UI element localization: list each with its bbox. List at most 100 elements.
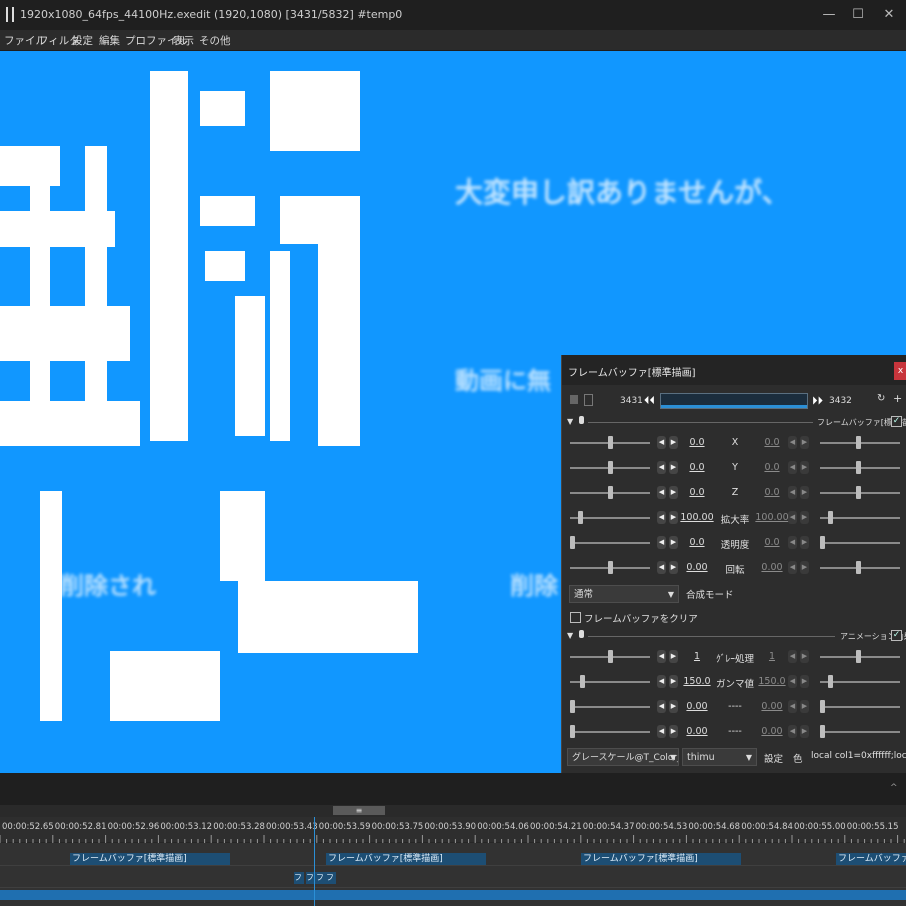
increment-button[interactable]: ▶ [800, 486, 809, 499]
right-slider-knob[interactable] [820, 536, 825, 549]
decrement-button[interactable]: ◀ [788, 511, 797, 524]
frame-range-bar[interactable] [660, 393, 808, 409]
end-value[interactable]: 0.00 [752, 701, 792, 712]
right-slider-knob[interactable] [828, 511, 833, 524]
audio-track-bar[interactable] [0, 890, 906, 900]
right-slider-knob[interactable] [856, 650, 861, 663]
right-slider-knob[interactable] [856, 436, 861, 449]
maximize-button[interactable]: ☐ [849, 6, 867, 24]
decrement-button[interactable]: ◀ [788, 486, 797, 499]
left-slider-knob[interactable] [608, 561, 613, 574]
end-value[interactable]: 1 [752, 651, 792, 662]
right-slider-knob[interactable] [856, 561, 861, 574]
scrollbar-handle[interactable]: ≡ [333, 806, 385, 815]
end-value[interactable]: 150.0 [752, 676, 792, 687]
decrement-button[interactable]: ◀ [657, 486, 666, 499]
left-slider-knob[interactable] [608, 650, 613, 663]
timeline-clip-small[interactable]: フ [326, 872, 336, 884]
end-value[interactable]: 0.0 [752, 487, 792, 498]
clear-buffer-checkbox[interactable] [570, 612, 581, 623]
end-value[interactable]: 100.00 [752, 512, 792, 523]
end-value[interactable]: 0.0 [752, 462, 792, 473]
left-slider-knob[interactable] [608, 486, 613, 499]
left-slider-knob[interactable] [570, 700, 575, 713]
left-slider-knob[interactable] [580, 675, 585, 688]
end-value[interactable]: 0.0 [752, 437, 792, 448]
prev-frame-icon[interactable]: ⏴⏴ [644, 394, 655, 408]
camera-icon[interactable] [570, 395, 578, 404]
decrement-button[interactable]: ◀ [657, 675, 666, 688]
filter-enable-checkbox[interactable]: ✓ [891, 416, 902, 427]
right-slider[interactable] [820, 706, 900, 708]
color-button[interactable]: 色 [793, 751, 803, 765]
menu-settings[interactable]: 設定 [72, 33, 93, 48]
decrement-button[interactable]: ◀ [788, 536, 797, 549]
increment-button[interactable]: ▶ [800, 436, 809, 449]
params-field[interactable]: local col1=0xffffff;local co [811, 751, 906, 761]
timeline-clip-small[interactable]: フ [316, 872, 326, 884]
right-slider-knob[interactable] [856, 461, 861, 474]
collapse-arrow-icon[interactable]: ▼ [567, 631, 573, 640]
increment-button[interactable]: ▶ [800, 461, 809, 474]
playhead[interactable] [314, 817, 315, 906]
filter-enable-checkbox[interactable]: ✓ [891, 630, 902, 641]
decrement-button[interactable]: ◀ [657, 536, 666, 549]
left-slider-knob[interactable] [578, 511, 583, 524]
add-filter-icon[interactable]: + [893, 392, 902, 405]
minimize-button[interactable]: — [820, 6, 838, 24]
decrement-button[interactable]: ◀ [788, 436, 797, 449]
timeline-clip[interactable]: フレームバッファ[標準描画] [581, 853, 741, 865]
panel-close-button[interactable]: x [894, 362, 906, 380]
end-value[interactable]: 0.00 [752, 726, 792, 737]
left-slider-knob[interactable] [570, 536, 575, 549]
left-slider-knob[interactable] [608, 461, 613, 474]
collapse-arrow-icon[interactable]: ▼ [567, 417, 573, 426]
timeline-clip[interactable]: フレームバッファ[標準描画] [836, 853, 906, 865]
increment-button[interactable]: ▶ [800, 700, 809, 713]
left-slider-knob[interactable] [608, 436, 613, 449]
decrement-button[interactable]: ◀ [657, 511, 666, 524]
timeline-clip[interactable]: フレームバッファ[標準描画] [70, 853, 230, 865]
right-slider-knob[interactable] [820, 700, 825, 713]
end-value[interactable]: 0.0 [752, 537, 792, 548]
right-slider-knob[interactable] [828, 675, 833, 688]
decrement-button[interactable]: ◀ [657, 700, 666, 713]
increment-button[interactable]: ▶ [800, 561, 809, 574]
document-icon[interactable] [584, 394, 593, 406]
decrement-button[interactable]: ◀ [788, 725, 797, 738]
menu-view[interactable]: 表示 [173, 33, 194, 48]
decrement-button[interactable]: ◀ [788, 561, 797, 574]
decrement-button[interactable]: ◀ [657, 650, 666, 663]
left-slider-knob[interactable] [570, 725, 575, 738]
decrement-button[interactable]: ◀ [657, 725, 666, 738]
increment-button[interactable]: ▶ [800, 511, 809, 524]
blend-mode-select[interactable]: 通常 ▼ [569, 585, 679, 603]
settings-button[interactable]: 設定 [764, 751, 783, 765]
decrement-button[interactable]: ◀ [657, 461, 666, 474]
right-slider-knob[interactable] [820, 725, 825, 738]
left-slider[interactable] [570, 731, 650, 733]
end-value[interactable]: 0.00 [752, 562, 792, 573]
timeline-scrollbar[interactable]: ≡ [0, 805, 906, 817]
increment-button[interactable]: ▶ [800, 650, 809, 663]
decrement-button[interactable]: ◀ [788, 675, 797, 688]
refresh-icon[interactable]: ↻ [877, 393, 885, 404]
increment-button[interactable]: ▶ [800, 725, 809, 738]
decrement-button[interactable]: ◀ [788, 700, 797, 713]
left-slider[interactable] [570, 542, 650, 544]
decrement-button[interactable]: ◀ [657, 561, 666, 574]
script-select[interactable]: グレースケール@T_Color_Mc [567, 748, 679, 766]
author-select[interactable]: thimu ▼ [682, 748, 757, 766]
right-slider-knob[interactable] [856, 486, 861, 499]
decrement-button[interactable]: ◀ [657, 436, 666, 449]
next-frame-icon[interactable]: ⏵⏵ [812, 394, 823, 408]
close-window-button[interactable]: ✕ [880, 6, 898, 24]
increment-button[interactable]: ▶ [800, 536, 809, 549]
decrement-button[interactable]: ◀ [788, 461, 797, 474]
increment-button[interactable]: ▶ [800, 675, 809, 688]
menu-edit[interactable]: 編集 [99, 33, 120, 48]
right-slider[interactable] [820, 542, 900, 544]
decrement-button[interactable]: ◀ [788, 650, 797, 663]
left-slider[interactable] [570, 706, 650, 708]
right-slider[interactable] [820, 731, 900, 733]
